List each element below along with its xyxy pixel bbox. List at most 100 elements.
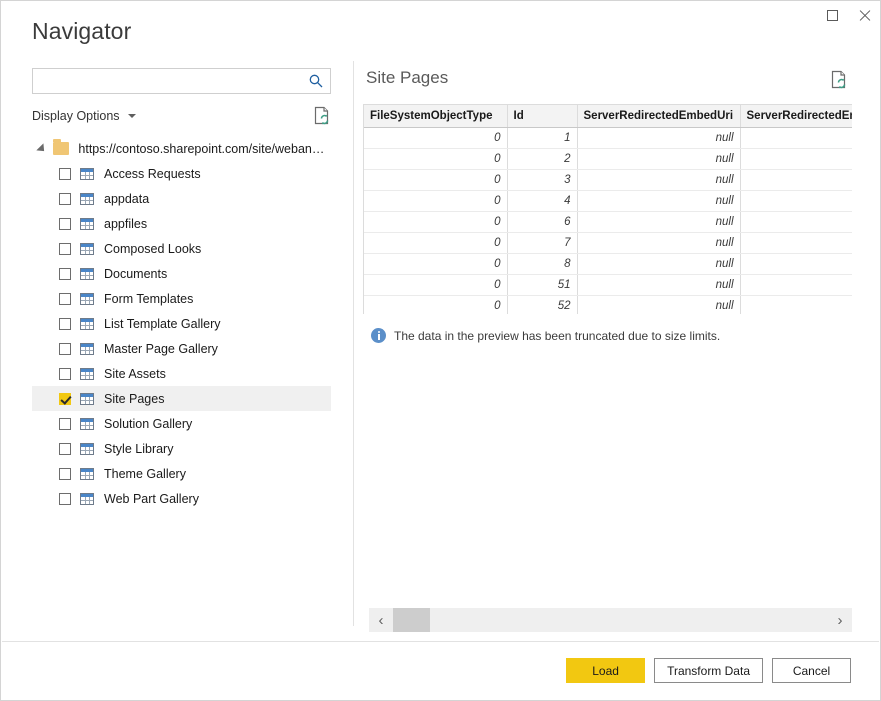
cancel-button[interactable]: Cancel: [772, 658, 851, 683]
source-tree: https://contoso.sharepoint.com/site/weba…: [32, 136, 331, 511]
tree-item-checkbox[interactable]: [59, 418, 71, 430]
tree-item[interactable]: appfiles: [32, 211, 331, 236]
preview-grid[interactable]: FileSystemObjectTypeIdServerRedirectedEm…: [363, 104, 852, 314]
tree-item[interactable]: Form Templates: [32, 286, 331, 311]
table-cell: 4: [507, 190, 577, 211]
table-icon: [80, 418, 94, 430]
search-icon[interactable]: [308, 73, 324, 89]
table-cell: null: [577, 274, 740, 295]
tree-item[interactable]: Documents: [32, 261, 331, 286]
table-icon: [80, 218, 94, 230]
tree-item-label: Style Library: [104, 442, 173, 456]
table-cell: [740, 127, 852, 148]
table-cell: [740, 169, 852, 190]
table-cell: [740, 211, 852, 232]
refresh-document-icon[interactable]: [314, 106, 331, 130]
tree-item-checkbox[interactable]: [59, 443, 71, 455]
close-button[interactable]: [848, 1, 880, 29]
column-header[interactable]: ServerRedirectedEmbed: [740, 105, 852, 127]
table-row[interactable]: 04null: [364, 190, 852, 211]
tree-item-checkbox[interactable]: [59, 243, 71, 255]
tree-item-checkbox[interactable]: [59, 468, 71, 480]
table-cell: 6: [507, 211, 577, 232]
tree-item[interactable]: Site Pages: [32, 386, 331, 411]
preview-refresh-icon[interactable]: [831, 70, 848, 94]
tree-item[interactable]: Web Part Gallery: [32, 486, 331, 511]
table-icon: [80, 443, 94, 455]
table-header-row: FileSystemObjectTypeIdServerRedirectedEm…: [364, 105, 852, 127]
preview-title: Site Pages: [366, 68, 448, 87]
table-row[interactable]: 02null: [364, 148, 852, 169]
table-icon: [80, 318, 94, 330]
tree-item-checkbox[interactable]: [59, 368, 71, 380]
table-icon: [80, 393, 94, 405]
tree-item-checkbox[interactable]: [59, 168, 71, 180]
tree-item[interactable]: Composed Looks: [32, 236, 331, 261]
table-row[interactable]: 01null: [364, 127, 852, 148]
tree-item-label: Master Page Gallery: [104, 342, 218, 356]
table-cell: null: [577, 211, 740, 232]
tree-item[interactable]: Theme Gallery: [32, 461, 331, 486]
table-row[interactable]: 052null: [364, 295, 852, 314]
tree-item[interactable]: appdata: [32, 186, 331, 211]
table-row[interactable]: 07null: [364, 232, 852, 253]
expander-icon[interactable]: [36, 143, 47, 154]
table-cell: null: [577, 253, 740, 274]
table-row[interactable]: 06null: [364, 211, 852, 232]
table-row[interactable]: 051null: [364, 274, 852, 295]
table-icon: [80, 468, 94, 480]
table-cell: 0: [364, 211, 507, 232]
horizontal-scrollbar[interactable]: ‹ ›: [369, 608, 852, 632]
chevron-left-icon[interactable]: ‹: [369, 608, 393, 632]
table-cell: 0: [364, 169, 507, 190]
table-cell: 0: [364, 232, 507, 253]
tree-item-checkbox[interactable]: [59, 218, 71, 230]
search-input[interactable]: [38, 69, 303, 93]
search-box[interactable]: [32, 68, 331, 94]
dialog-footer: Load Transform Data Cancel: [566, 658, 851, 683]
table-row[interactable]: 08null: [364, 253, 852, 274]
chevron-down-icon[interactable]: [128, 114, 136, 118]
tree-item[interactable]: List Template Gallery: [32, 311, 331, 336]
tree-item[interactable]: Style Library: [32, 436, 331, 461]
table-cell: 52: [507, 295, 577, 314]
tree-item-checkbox[interactable]: [59, 193, 71, 205]
tree-item-checkbox[interactable]: [59, 293, 71, 305]
table-icon: [80, 493, 94, 505]
tree-item-checkbox[interactable]: [59, 343, 71, 355]
tree-item-label: List Template Gallery: [104, 317, 221, 331]
scrollbar-thumb[interactable]: [393, 608, 430, 632]
tree-item[interactable]: Master Page Gallery: [32, 336, 331, 361]
tree-item-label: Theme Gallery: [104, 467, 186, 481]
tree-item-checkbox[interactable]: [59, 493, 71, 505]
tree-item-checkbox[interactable]: [59, 268, 71, 280]
tree-item[interactable]: Access Requests: [32, 161, 331, 186]
load-button[interactable]: Load: [566, 658, 645, 683]
table-icon: [80, 343, 94, 355]
tree-item-label: Site Pages: [104, 392, 164, 406]
tree-root-node[interactable]: https://contoso.sharepoint.com/site/weba…: [32, 136, 331, 161]
column-header[interactable]: FileSystemObjectType: [364, 105, 507, 127]
table-cell: 0: [364, 127, 507, 148]
table-cell: null: [577, 169, 740, 190]
transform-data-button[interactable]: Transform Data: [654, 658, 763, 683]
tree-item[interactable]: Solution Gallery: [32, 411, 331, 436]
pane-divider: [353, 61, 354, 626]
table-cell: null: [577, 295, 740, 314]
column-header[interactable]: ServerRedirectedEmbedUri: [577, 105, 740, 127]
chevron-right-icon[interactable]: ›: [828, 608, 852, 632]
column-header[interactable]: Id: [507, 105, 577, 127]
scrollbar-track[interactable]: [393, 608, 828, 632]
page-title: Navigator: [32, 18, 131, 45]
table-cell: 0: [364, 274, 507, 295]
tree-item-checkbox[interactable]: [59, 318, 71, 330]
tree-item[interactable]: Site Assets: [32, 361, 331, 386]
info-icon: [371, 328, 386, 343]
truncation-notice: The data in the preview has been truncat…: [371, 328, 720, 343]
table-cell: null: [577, 190, 740, 211]
maximize-button[interactable]: [816, 1, 848, 29]
table-row[interactable]: 03null: [364, 169, 852, 190]
tree-item-checkbox[interactable]: [59, 393, 71, 405]
tree-item-label: Solution Gallery: [104, 417, 192, 431]
display-options-label[interactable]: Display Options: [32, 109, 120, 123]
